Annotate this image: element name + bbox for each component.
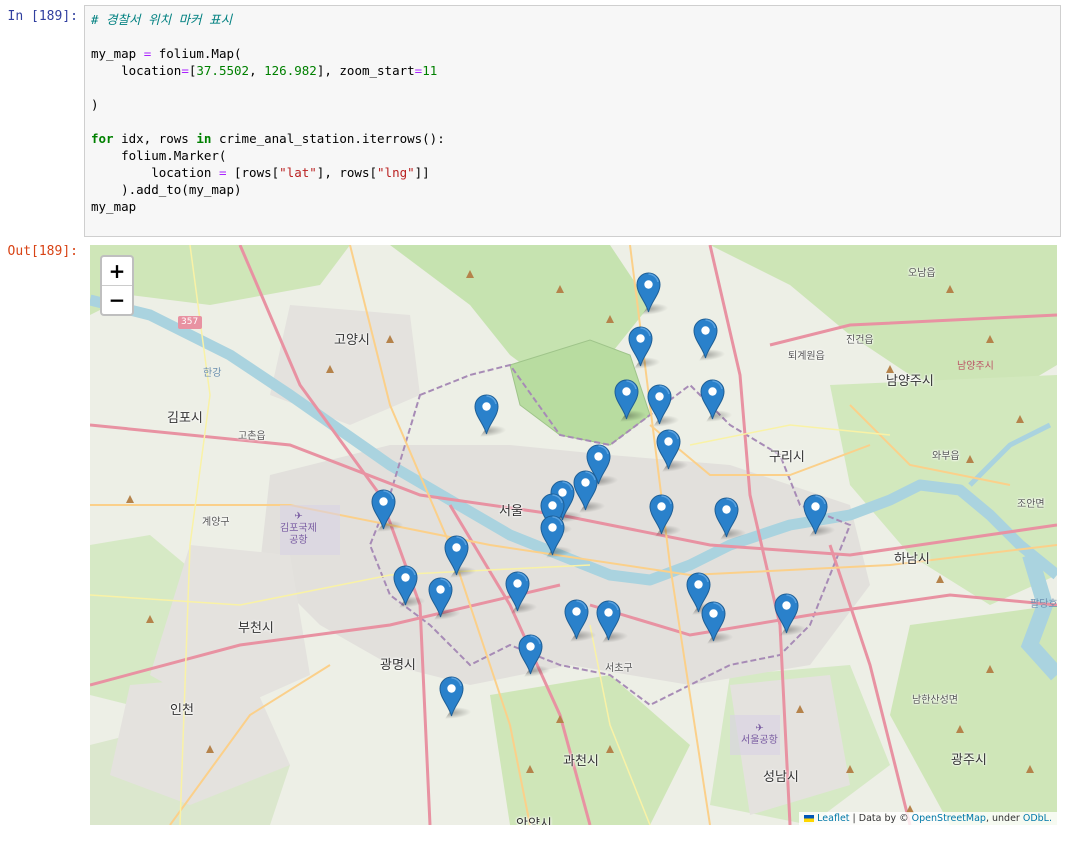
map-marker-icon[interactable] <box>647 384 672 425</box>
map-marker-icon[interactable] <box>564 599 589 640</box>
label-jingeon: 진건읍 <box>846 335 874 346</box>
map-marker-icon[interactable] <box>573 470 598 511</box>
code-comment: # 경찰서 위치 마커 표시 <box>91 12 233 27</box>
map-marker-icon[interactable] <box>596 600 621 641</box>
zoom-control: + − <box>100 255 134 316</box>
label-paldang: 팔당호 <box>1030 599 1057 610</box>
map-tiles <box>90 245 1057 825</box>
zoom-out-button[interactable]: − <box>102 286 132 314</box>
map-marker-icon[interactable] <box>714 497 739 538</box>
label-seoul: 서울 <box>499 504 523 519</box>
map-marker-icon[interactable] <box>649 494 674 535</box>
osm-link[interactable]: OpenStreetMap <box>912 813 986 824</box>
map-marker-icon[interactable] <box>371 489 396 530</box>
label-gochon: 고촌읍 <box>238 431 266 442</box>
label-seocho: 서초구 <box>605 663 633 674</box>
map-marker-icon[interactable] <box>439 676 464 717</box>
map-marker-icon[interactable] <box>428 577 453 618</box>
map-attribution: Leaflet | Data by © OpenStreetMap, under… <box>799 812 1057 825</box>
label-gimpo-airport: ✈ 김포국제 공항 <box>280 511 317 546</box>
folium-map[interactable]: 고양시 김포시 부천시 광명시 인천 서울 구리시 하남시 남양주시 과천시 성… <box>90 245 1057 825</box>
label-waburi: 와부읍 <box>932 451 960 462</box>
leaflet-link[interactable]: Leaflet <box>817 813 849 824</box>
label-namyangju: 남양주시 <box>886 374 934 389</box>
label-gwacheon: 과천시 <box>563 754 599 769</box>
label-seongnam: 성남시 <box>763 770 799 785</box>
airplane-icon: ✈ <box>294 511 303 522</box>
map-marker-icon[interactable] <box>505 571 530 612</box>
label-onam: 오남읍 <box>908 268 936 279</box>
odbl-link[interactable]: ODbL. <box>1023 813 1052 824</box>
map-marker-icon[interactable] <box>701 601 726 642</box>
label-namyangju-small: 남양주시 <box>957 361 994 372</box>
label-seoul-airport: ✈ 서울공항 <box>741 723 778 746</box>
map-marker-icon[interactable] <box>693 318 718 359</box>
map-marker-icon[interactable] <box>628 326 653 367</box>
label-goyang: 고양시 <box>334 333 370 348</box>
label-bucheon: 부천시 <box>238 621 274 636</box>
map-marker-icon[interactable] <box>803 494 828 535</box>
label-guri: 구리시 <box>769 450 805 465</box>
output-prompt: Out[189]: <box>7 244 78 259</box>
map-marker-icon[interactable] <box>540 515 565 556</box>
label-gwangju: 광주시 <box>951 753 987 768</box>
label-hangang: 한강 <box>203 368 222 379</box>
label-joan: 조안면 <box>1017 499 1045 510</box>
label-namhansanseong: 남한산성면 <box>912 695 958 706</box>
label-anyang: 안양시 <box>516 817 552 825</box>
code-cell[interactable]: # 경찰서 위치 마커 표시 my_map = folium.Map( loca… <box>84 5 1061 237</box>
label-incheon: 인천 <box>170 703 194 718</box>
map-marker-icon[interactable] <box>474 394 499 435</box>
map-marker-icon[interactable] <box>656 429 681 470</box>
label-hanam: 하남시 <box>894 552 930 567</box>
map-marker-icon[interactable] <box>518 634 543 675</box>
label-gimpo: 김포시 <box>167 411 203 426</box>
label-gyeyang: 계양구 <box>202 517 230 528</box>
zoom-in-button[interactable]: + <box>102 257 132 286</box>
map-marker-icon[interactable] <box>700 379 725 420</box>
map-marker-icon[interactable] <box>444 535 469 576</box>
label-toegyewon: 퇴계원읍 <box>788 351 825 362</box>
code-editor[interactable]: # 경찰서 위치 마커 표시 my_map = folium.Map( loca… <box>91 11 445 215</box>
airplane-icon: ✈ <box>755 723 764 734</box>
ukraine-flag-icon <box>804 815 815 822</box>
map-marker-icon[interactable] <box>774 593 799 634</box>
map-marker-icon[interactable] <box>393 565 418 606</box>
input-prompt: In [189]: <box>7 9 78 24</box>
map-marker-icon[interactable] <box>614 379 639 420</box>
route-shield-357: 357 <box>181 317 199 327</box>
label-gwangmyeong: 광명시 <box>380 658 416 673</box>
map-marker-icon[interactable] <box>636 272 661 313</box>
